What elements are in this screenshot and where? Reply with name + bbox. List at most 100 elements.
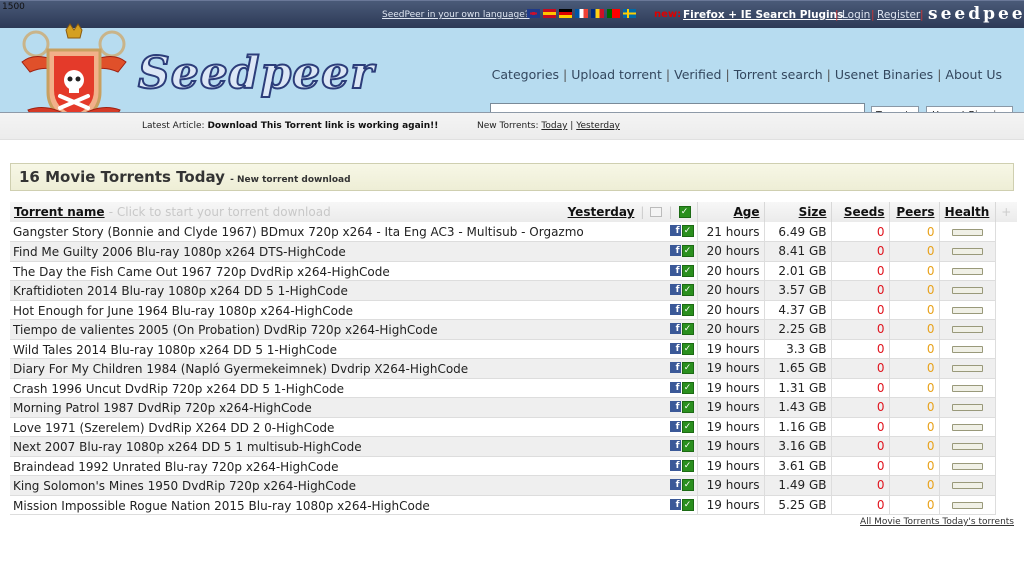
facebook-share-icon[interactable]: f: [669, 440, 681, 451]
peers-cell: 0: [889, 358, 940, 379]
facebook-share-icon[interactable]: f: [669, 479, 681, 490]
torrent-name-cell: Morning Patrol 1987 DvdRip 720p x264-Hig…: [10, 397, 698, 418]
sort-by-seeds[interactable]: Seeds: [844, 205, 885, 219]
facebook-share-icon[interactable]: f: [669, 245, 681, 256]
facebook-share-icon[interactable]: f: [669, 381, 681, 393]
torrent-link[interactable]: Hot Enough for June 1964 Blu-ray 1080p x…: [13, 304, 353, 318]
nav-usenet-binaries[interactable]: Usenet Binaries: [835, 67, 933, 82]
nav-categories[interactable]: Categories: [492, 67, 559, 82]
register-link[interactable]: Register: [877, 9, 920, 21]
facebook-share-icon[interactable]: f: [669, 362, 681, 373]
size-cell: 5.25 GB: [764, 495, 832, 515]
peers-cell: 0: [889, 495, 940, 515]
verified-icon: ✓: [681, 381, 694, 394]
seeds-cell: 0: [831, 397, 890, 418]
search-plugins-link[interactable]: Firefox + IE Search Plugins: [683, 9, 843, 21]
torrent-link[interactable]: Morning Patrol 1987 DvdRip 720p x264-Hig…: [13, 401, 312, 415]
sweden-flag-icon[interactable]: [623, 9, 636, 18]
row-icons: f ✓: [669, 498, 694, 511]
facebook-share-icon[interactable]: f: [669, 264, 681, 276]
sort-by-name[interactable]: Torrent name: [14, 205, 105, 219]
age-column-header[interactable]: Age: [697, 202, 765, 222]
table-row: Next 2007 Blu-ray 1080p x264 DD 5 1 mult…: [10, 436, 1017, 457]
facebook-share-icon[interactable]: f: [669, 498, 681, 510]
torrent-link[interactable]: Mission Impossible Rogue Nation 2015 Blu…: [13, 499, 430, 513]
login-link[interactable]: Login: [842, 9, 870, 21]
table-row: Love 1971 (Szerelem) DvdRip X264 DD 2 0-…: [10, 417, 1017, 437]
torrent-link[interactable]: Kraftidioten 2014 Blu-ray 1080p x264 DD …: [13, 284, 348, 298]
torrent-link[interactable]: Wild Tales 2014 Blu-ray 1080p x264 DD 5 …: [13, 343, 337, 357]
seeds-cell: 0: [831, 339, 890, 359]
torrent-link[interactable]: The Day the Fish Came Out 1967 720p DvdR…: [13, 265, 390, 279]
health-bar: [951, 345, 983, 353]
facebook-share-icon[interactable]: f: [669, 401, 681, 412]
health-cell: [939, 495, 996, 515]
nav-torrent-search[interactable]: Torrent search: [734, 67, 823, 82]
health-cell: [939, 475, 996, 496]
language-link[interactable]: SeedPeer in your own language?: [382, 10, 530, 20]
health-cell: [939, 241, 996, 262]
health-cell: [939, 222, 996, 242]
seeds-column-header[interactable]: Seeds: [831, 202, 890, 222]
add-column-button[interactable]: +: [995, 202, 1017, 222]
size-column-header[interactable]: Size: [764, 202, 832, 222]
seeds-cell: 0: [831, 241, 890, 262]
age-cell: 20 hours: [697, 241, 765, 262]
torrent-link[interactable]: King Solomon's Mines 1950 DvdRip 720p x2…: [13, 479, 356, 493]
spain-flag-icon[interactable]: [543, 9, 556, 18]
peers-column-header[interactable]: Peers: [889, 202, 940, 222]
facebook-share-icon[interactable]: f: [669, 303, 681, 315]
separator: |: [668, 205, 673, 219]
facebook-share-icon[interactable]: f: [669, 459, 681, 471]
all-torrents-link[interactable]: All Movie Torrents Today's torrents: [860, 517, 1014, 527]
torrent-link[interactable]: Next 2007 Blu-ray 1080p x264 DD 5 1 mult…: [13, 440, 362, 454]
torrent-link[interactable]: Find Me Guilty 2006 Blu-ray 1080p x264 D…: [13, 245, 346, 259]
yesterday-link[interactable]: Yesterday: [576, 121, 620, 131]
health-column-header[interactable]: Health: [939, 202, 996, 222]
sort-by-health[interactable]: Health: [945, 205, 990, 219]
torrent-link[interactable]: Crash 1996 Uncut DvdRip 720p x264 DD 5 1…: [13, 382, 344, 396]
sort-by-peers[interactable]: Peers: [896, 205, 934, 219]
today-link[interactable]: Today: [541, 121, 567, 131]
portugal-flag-icon[interactable]: [607, 9, 620, 18]
separator: |: [570, 121, 574, 131]
sort-by-size[interactable]: Size: [799, 205, 827, 219]
nav-verified[interactable]: Verified: [674, 67, 721, 82]
row-icons: f ✓: [669, 362, 694, 374]
uk-flag-icon[interactable]: [527, 9, 540, 18]
facebook-share-icon[interactable]: f: [669, 225, 681, 236]
seeds-cell: 0: [831, 475, 890, 496]
torrent-link[interactable]: Love 1971 (Szerelem) DvdRip X264 DD 2 0-…: [13, 421, 334, 435]
table-row: Braindead 1992 Unrated Blu-ray 720p x264…: [10, 456, 1017, 476]
torrent-name-cell: Kraftidioten 2014 Blu-ray 1080p x264 DD …: [10, 280, 698, 301]
facebook-share-icon[interactable]: f: [669, 342, 681, 354]
torrent-name-cell: Find Me Guilty 2006 Blu-ray 1080p x264 D…: [10, 241, 698, 262]
size-cell: 2.01 GB: [764, 261, 832, 281]
health-cell: [939, 300, 996, 320]
top-bar: 1500 SeedPeer in your own language? new:…: [0, 0, 1024, 28]
france-flag-icon[interactable]: [575, 9, 588, 18]
latest-article-title[interactable]: Download This Torrent link is working ag…: [207, 121, 438, 131]
torrent-link[interactable]: Diary For My Children 1984 (Napló Gyerme…: [13, 362, 468, 376]
torrent-link[interactable]: Braindead 1992 Unrated Blu-ray 720p x264…: [13, 460, 338, 474]
germany-flag-icon[interactable]: [559, 9, 572, 18]
facebook-share-icon[interactable]: f: [669, 420, 681, 432]
seeds-cell: 0: [831, 358, 890, 379]
table-row: Crash 1996 Uncut DvdRip 720p x264 DD 5 1…: [10, 378, 1017, 398]
seeds-cell: 0: [831, 417, 890, 437]
row-icons: f ✓: [669, 264, 694, 277]
peers-cell: 0: [889, 300, 940, 320]
section-title-text: 16 Movie Torrents Today: [19, 168, 225, 186]
facebook-share-icon[interactable]: f: [669, 284, 681, 295]
site-logo[interactable]: Seedpeer: [137, 47, 374, 100]
sort-by-age[interactable]: Age: [733, 205, 759, 219]
yesterday-column-link[interactable]: Yesterday: [568, 205, 635, 219]
romania-flag-icon[interactable]: [591, 9, 604, 18]
peers-cell: 0: [889, 475, 940, 496]
torrent-link[interactable]: Tiempo de valientes 2005 (On Probation) …: [13, 323, 438, 337]
nav-upload-torrent[interactable]: Upload torrent: [571, 67, 662, 82]
torrent-link[interactable]: Gangster Story (Bonnie and Clyde 1967) B…: [13, 225, 584, 239]
torrent-name-cell: Gangster Story (Bonnie and Clyde 1967) B…: [10, 222, 698, 242]
facebook-share-icon[interactable]: f: [669, 323, 681, 334]
nav-about-us[interactable]: About Us: [945, 67, 1002, 82]
